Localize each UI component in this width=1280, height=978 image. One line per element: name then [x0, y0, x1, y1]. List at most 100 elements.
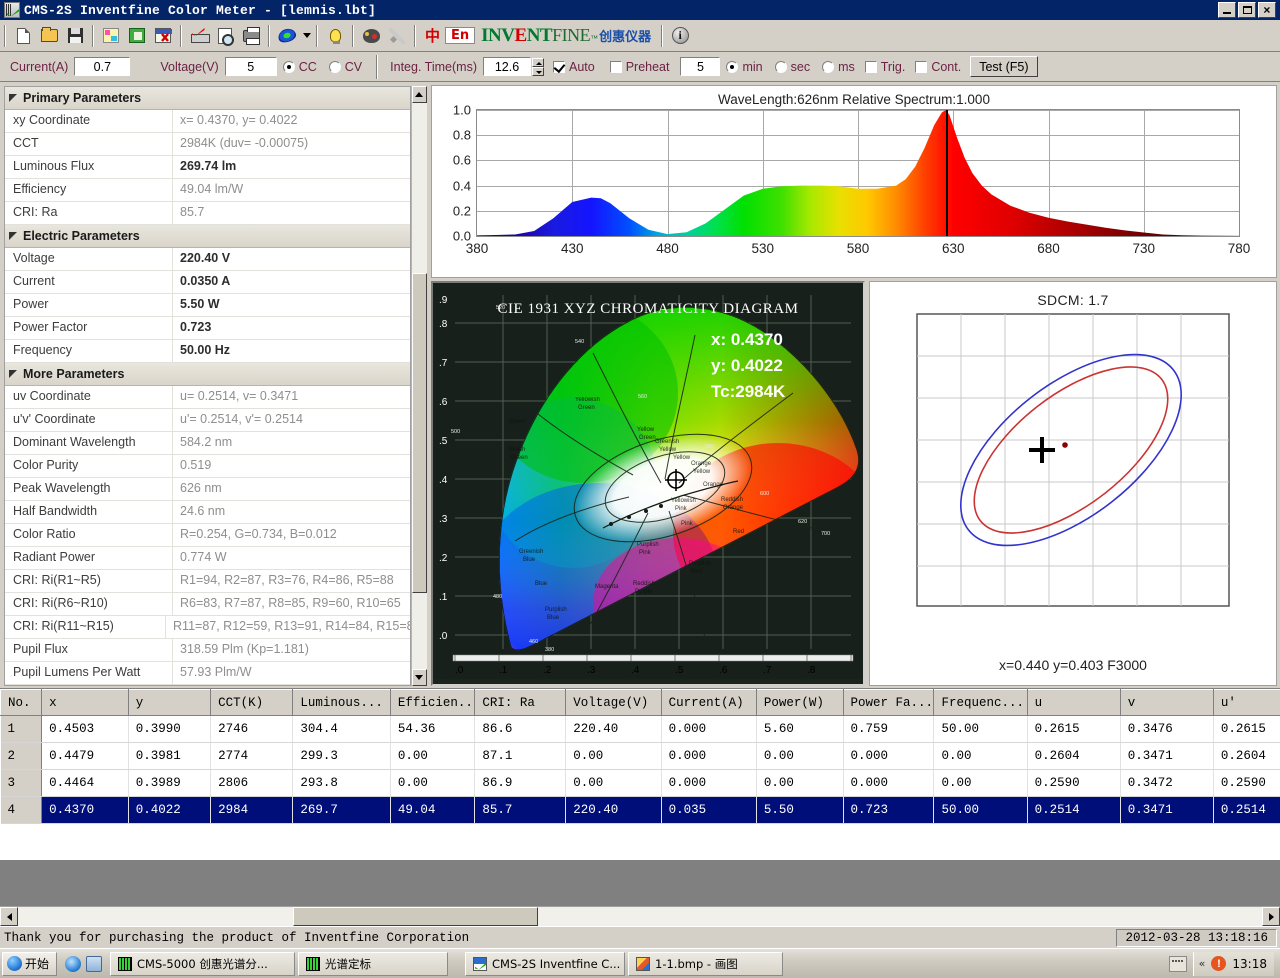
table-cell[interactable]: 85.7 — [475, 797, 566, 824]
param-row[interactable]: Frequency50.00 Hz — [5, 340, 410, 363]
minimize-button[interactable] — [1218, 2, 1236, 18]
table-cell[interactable]: 0.2604 — [1027, 743, 1120, 770]
trig-checkbox[interactable]: Trig. — [865, 60, 906, 74]
table-cell[interactable]: 0.000 — [661, 743, 756, 770]
table-cell[interactable]: 0.3989 — [128, 770, 210, 797]
taskbar-clock[interactable]: 13:18 — [1232, 957, 1267, 971]
collapse-triangle-icon[interactable] — [9, 94, 17, 102]
table-horizontal-scrollbar[interactable] — [0, 906, 1280, 926]
table-cell[interactable]: 2 — [1, 743, 42, 770]
table-cell[interactable]: 0.3471 — [1120, 797, 1213, 824]
table-column-header[interactable]: Current(A) — [661, 690, 756, 716]
table-column-header[interactable]: Frequenc... — [934, 690, 1027, 716]
taskbar-item-paint[interactable]: 1-1.bmp - 画图 — [628, 952, 783, 976]
table-cell[interactable]: 0.4022 — [128, 797, 210, 824]
integration-time-input[interactable]: 12.6 — [483, 57, 531, 76]
save-file-button[interactable] — [62, 23, 88, 49]
param-row[interactable]: xy Coordinatex= 0.4370, y= 0.4022 — [5, 110, 410, 133]
table-column-header[interactable]: Power(W) — [756, 690, 843, 716]
param-row[interactable]: CCT2984K (duv= -0.00075) — [5, 133, 410, 156]
open-file-button[interactable] — [36, 23, 62, 49]
table-column-header[interactable]: u' — [1213, 690, 1280, 716]
param-row[interactable]: Peak Wavelength626 nm — [5, 478, 410, 501]
param-group-header[interactable]: Electric Parameters — [5, 225, 410, 248]
print-button[interactable] — [238, 23, 264, 49]
table-cell[interactable]: 5.50 — [756, 797, 843, 824]
about-button[interactable]: i — [667, 23, 693, 49]
taskbar-item-calibration[interactable]: 光谱定标 — [298, 952, 448, 976]
table-cell[interactable]: 293.8 — [293, 770, 390, 797]
table-cell[interactable]: 0.2615 — [1213, 716, 1280, 743]
measurement-table-wrapper[interactable]: No.xyCCT(K)Luminous...Efficien...CRI: Ra… — [0, 688, 1280, 860]
table-cell[interactable]: 1 — [1, 716, 42, 743]
table-column-header[interactable]: Voltage(V) — [566, 690, 661, 716]
param-group-header[interactable]: More Parameters — [5, 363, 410, 386]
table-cell[interactable]: 0.2514 — [1027, 797, 1120, 824]
integration-time-stepper[interactable] — [532, 58, 544, 76]
voltage-input[interactable]: 5 — [225, 57, 277, 76]
cv-radio[interactable]: CV — [329, 60, 362, 74]
param-row[interactable]: Efficiency49.04 lm/W — [5, 179, 410, 202]
param-row[interactable]: Dominant Wavelength584.2 nm — [5, 432, 410, 455]
report-delete-button[interactable] — [150, 23, 176, 49]
table-cell[interactable]: 0.2604 — [1213, 743, 1280, 770]
start-button[interactable]: 开始 — [2, 952, 57, 976]
table-column-header[interactable]: CCT(K) — [211, 690, 293, 716]
table-cell[interactable]: 86.9 — [475, 770, 566, 797]
table-cell[interactable]: 0.4464 — [42, 770, 129, 797]
param-row[interactable]: Color RatioR=0.254, G=0.734, B=0.012 — [5, 524, 410, 547]
table-cell[interactable]: 0.00 — [934, 770, 1027, 797]
lamp-settings-button[interactable] — [322, 23, 348, 49]
param-row[interactable]: CRI: Ri(R11~R15)R11=87, R12=59, R13=91, … — [5, 616, 410, 639]
ms-radio[interactable]: ms — [822, 60, 855, 74]
cc-radio[interactable]: CC — [283, 60, 317, 74]
param-row[interactable]: Current0.0350 A — [5, 271, 410, 294]
table-cell[interactable]: 0.2590 — [1213, 770, 1280, 797]
table-cell[interactable]: 0.3471 — [1120, 743, 1213, 770]
param-row[interactable]: CRI: Ri(R1~R5)R1=94, R2=87, R3=76, R4=86… — [5, 570, 410, 593]
table-cell[interactable]: 2746 — [211, 716, 293, 743]
stepper-up-icon[interactable] — [532, 58, 544, 67]
table-cell[interactable]: 4 — [1, 797, 42, 824]
table-cell[interactable]: 0.00 — [566, 743, 661, 770]
cie-diagram-panel[interactable]: CIE 1931 XYZ CHROMATICITY DIAGRAM x: 0.4… — [431, 281, 865, 686]
table-column-header[interactable]: Power Fa... — [843, 690, 934, 716]
table-cell[interactable]: 0.2590 — [1027, 770, 1120, 797]
preheat-checkbox[interactable]: Preheat — [610, 60, 670, 74]
table-cell[interactable]: 86.6 — [475, 716, 566, 743]
table-cell[interactable]: 50.00 — [934, 716, 1027, 743]
hscroll-track[interactable] — [18, 907, 1262, 926]
table-cell[interactable]: 54.36 — [390, 716, 474, 743]
table-cell[interactable]: 0.3476 — [1120, 716, 1213, 743]
scroll-up-button[interactable] — [412, 86, 427, 103]
hscroll-thumb[interactable] — [293, 907, 538, 926]
close-button[interactable]: × — [1258, 2, 1276, 18]
table-cell[interactable]: 2984 — [211, 797, 293, 824]
table-cell[interactable]: 220.40 — [566, 797, 661, 824]
table-cell[interactable]: 2774 — [211, 743, 293, 770]
collapse-triangle-icon[interactable] — [9, 370, 17, 378]
table-cell[interactable]: 0.2514 — [1213, 797, 1280, 824]
scroll-track[interactable] — [412, 103, 427, 669]
table-column-header[interactable]: CRI: Ra — [475, 690, 566, 716]
scroll-right-button[interactable] — [1262, 907, 1280, 926]
param-row[interactable]: Radiant Power0.774 W — [5, 547, 410, 570]
scroll-thumb[interactable] — [412, 273, 427, 593]
ie-icon[interactable] — [65, 956, 81, 972]
table-column-header[interactable]: Efficien... — [390, 690, 474, 716]
report-color-button[interactable] — [98, 23, 124, 49]
table-column-header[interactable]: No. — [1, 690, 42, 716]
table-cell[interactable]: 299.3 — [293, 743, 390, 770]
report-excel-button[interactable] — [124, 23, 150, 49]
table-cell[interactable]: 0.00 — [390, 743, 474, 770]
table-row[interactable]: 20.44790.39812774299.30.0087.10.000.0000… — [1, 743, 1280, 770]
table-column-header[interactable]: x — [42, 690, 129, 716]
auto-checkbox[interactable]: Auto — [553, 60, 595, 74]
min-radio[interactable]: min — [726, 60, 762, 74]
table-row[interactable]: 40.43700.40222984269.749.0485.7220.400.0… — [1, 797, 1280, 824]
current-input[interactable]: 0.7 — [74, 57, 130, 76]
table-cell[interactable]: 3 — [1, 770, 42, 797]
table-cell[interactable]: 0.000 — [843, 743, 934, 770]
table-cell[interactable]: 220.40 — [566, 716, 661, 743]
table-column-header[interactable]: v — [1120, 690, 1213, 716]
